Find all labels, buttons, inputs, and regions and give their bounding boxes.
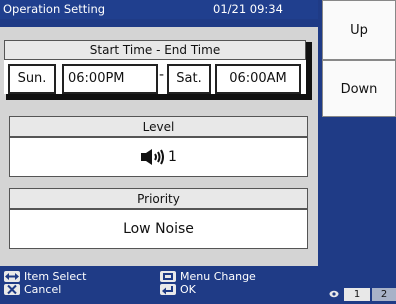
- enter-icon: [160, 284, 176, 295]
- hint-menu-change: Menu Change: [160, 270, 256, 283]
- hint-cancel-label: Cancel: [24, 283, 62, 296]
- priority-field[interactable]: Low Noise: [9, 209, 308, 249]
- level-field[interactable]: 1: [9, 137, 308, 177]
- menu-icon: [160, 271, 176, 282]
- level-heading: Level: [9, 116, 308, 137]
- speaker-volume-icon: [141, 149, 165, 165]
- hint-ok-label: OK: [180, 283, 196, 296]
- priority-heading: Priority: [9, 188, 308, 209]
- level-value: 1: [168, 149, 177, 165]
- hint-item-select: Item Select: [4, 270, 86, 283]
- hint-cancel: Cancel: [4, 283, 61, 296]
- date-time: 01/21 09:34: [213, 2, 283, 16]
- cancel-icon: [4, 284, 20, 295]
- page-indicator: 1 2: [322, 288, 396, 301]
- up-button[interactable]: Up: [322, 0, 396, 60]
- footer-hints: Item Select Cancel Menu Change OK: [0, 268, 318, 304]
- hint-menu-change-label: Menu Change: [180, 270, 256, 283]
- end-time-field[interactable]: 06:00AM: [215, 64, 301, 94]
- start-day-field[interactable]: Sun.: [8, 64, 56, 94]
- end-day-field[interactable]: Sat.: [167, 64, 211, 94]
- title-bar: Operation Setting 01/21 09:34: [0, 0, 318, 19]
- hint-ok: OK: [160, 283, 196, 296]
- page-1-tab[interactable]: 1: [344, 288, 370, 301]
- start-time-field[interactable]: 06:00PM: [62, 64, 158, 94]
- down-button[interactable]: Down: [322, 60, 396, 117]
- time-range-separator: -: [159, 67, 165, 83]
- page-2-tab[interactable]: 2: [372, 288, 396, 301]
- arrows-left-right-icon: [4, 271, 20, 282]
- hint-item-select-label: Item Select: [24, 270, 87, 283]
- screen-title: Operation Setting: [3, 2, 106, 16]
- page-eye-icon: [329, 290, 339, 298]
- schedule-heading: Start Time - End Time: [4, 40, 306, 60]
